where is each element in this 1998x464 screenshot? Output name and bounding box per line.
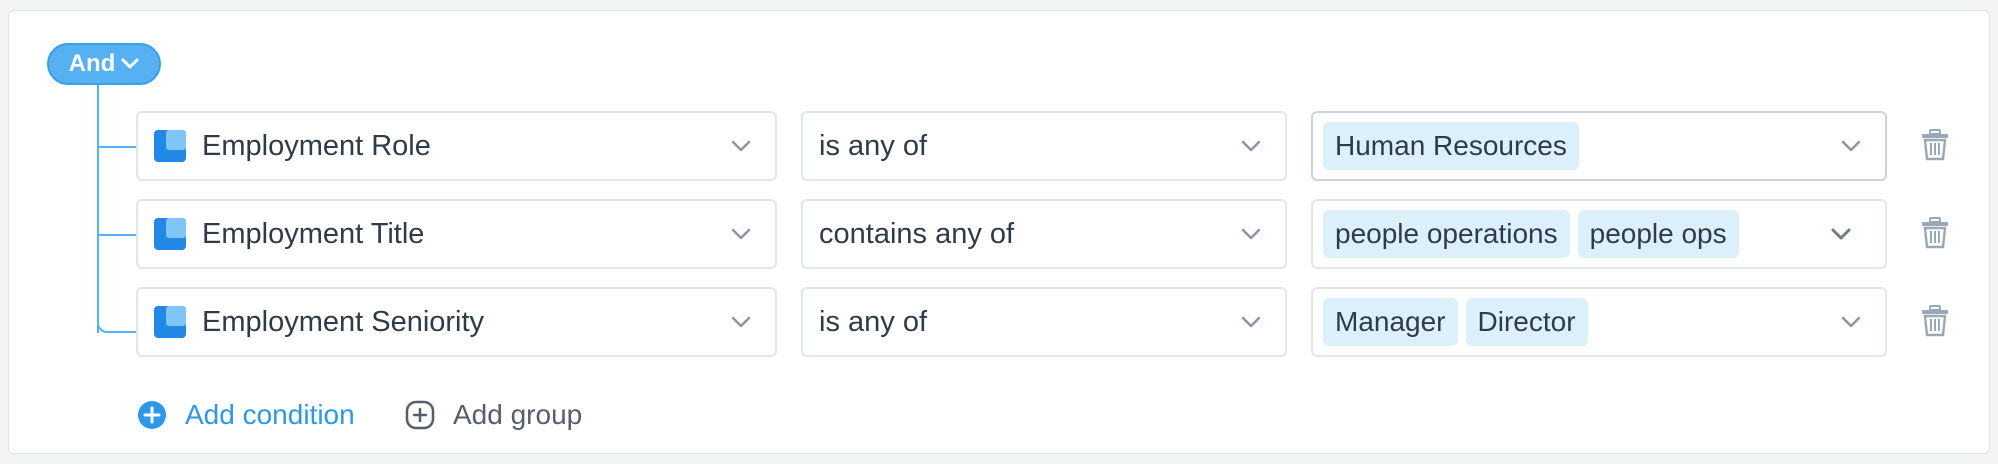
- condition-attribute-select[interactable]: Employment Seniority: [136, 287, 777, 357]
- condition-value-multiselect[interactable]: Manager Director: [1311, 287, 1887, 357]
- operator-label: contains any of: [819, 217, 1015, 250]
- group-operator-toggle[interactable]: And: [47, 43, 161, 85]
- condition-operator-select[interactable]: is any of: [801, 111, 1287, 181]
- add-condition-label: Add condition: [185, 399, 355, 430]
- add-group-label: Add group: [453, 399, 583, 430]
- tree-connector: [97, 85, 99, 333]
- database-icon: [154, 306, 186, 338]
- add-group-button[interactable]: Add group: [405, 399, 582, 431]
- condition-operator-select[interactable]: contains any of: [801, 199, 1287, 269]
- value-tag[interactable]: people ops: [1577, 210, 1739, 258]
- operator-label: is any of: [819, 129, 927, 162]
- trash-icon[interactable]: [1921, 129, 1949, 161]
- trash-icon[interactable]: [1921, 217, 1949, 249]
- group-operator-label: And: [68, 50, 116, 77]
- chevron-down-icon: [1831, 228, 1851, 240]
- chevron-down-icon: [731, 140, 751, 152]
- chevron-down-icon: [1841, 140, 1861, 152]
- chevron-down-icon: [1841, 316, 1861, 328]
- attribute-label: Employment Title: [202, 217, 425, 250]
- tree-branch: [97, 146, 137, 148]
- chevron-down-icon: [1241, 316, 1261, 328]
- condition-attribute-select[interactable]: Employment Title: [136, 199, 777, 269]
- chevron-down-icon: [731, 316, 751, 328]
- add-condition-button[interactable]: Add condition: [137, 399, 355, 431]
- trash-icon[interactable]: [1921, 305, 1949, 337]
- value-tag[interactable]: Manager: [1323, 298, 1458, 346]
- chevron-down-icon: [1241, 140, 1261, 152]
- plus-square-icon: [405, 400, 435, 430]
- filter-builder-panel: And Employment Role is any of Human Reso…: [8, 10, 1990, 454]
- chevron-down-icon: [121, 58, 139, 69]
- condition-operator-select[interactable]: is any of: [801, 287, 1287, 357]
- attribute-label: Employment Role: [202, 129, 431, 162]
- database-icon: [154, 218, 186, 250]
- attribute-label: Employment Seniority: [202, 305, 485, 338]
- chevron-down-icon: [731, 228, 751, 240]
- condition-value-multiselect[interactable]: people operations people ops: [1311, 199, 1887, 269]
- database-icon: [154, 130, 186, 162]
- condition-value-multiselect[interactable]: Human Resources: [1311, 111, 1887, 181]
- plus-circle-icon: [138, 401, 166, 429]
- value-tag[interactable]: Director: [1465, 298, 1588, 346]
- value-tag[interactable]: people operations: [1323, 210, 1570, 258]
- tree-branch: [97, 234, 137, 236]
- value-tag[interactable]: Human Resources: [1323, 122, 1579, 170]
- operator-label: is any of: [819, 305, 927, 338]
- tree-branch-last: [97, 309, 137, 333]
- chevron-down-icon: [1241, 228, 1261, 240]
- condition-attribute-select[interactable]: Employment Role: [136, 111, 777, 181]
